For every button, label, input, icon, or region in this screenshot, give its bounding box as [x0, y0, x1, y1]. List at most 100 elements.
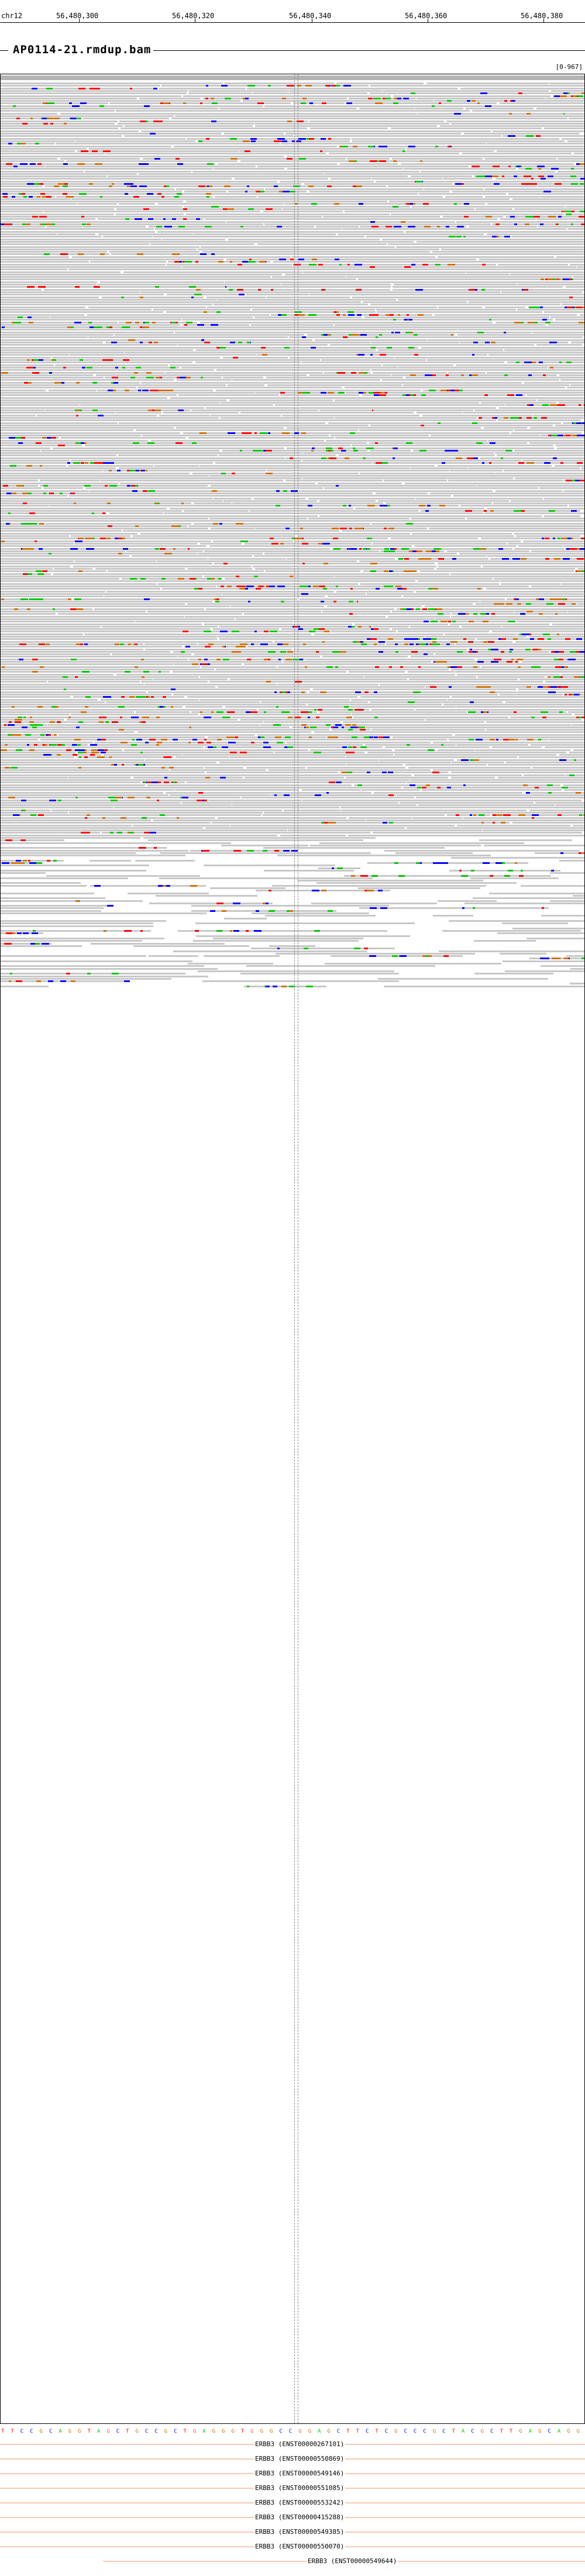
aligned-read[interactable]: [1, 729, 121, 731]
aligned-read[interactable]: [355, 507, 484, 509]
aligned-read[interactable]: [573, 749, 584, 751]
aligned-read[interactable]: [216, 369, 370, 371]
aligned-read[interactable]: [430, 492, 584, 494]
aligned-read[interactable]: [116, 412, 161, 414]
aligned-read[interactable]: [438, 306, 482, 308]
aligned-read[interactable]: [1, 925, 153, 927]
aligned-read[interactable]: [1, 605, 230, 608]
aligned-read[interactable]: [1, 462, 66, 464]
aligned-read[interactable]: [132, 555, 252, 557]
aligned-read[interactable]: [373, 409, 473, 411]
aligned-read[interactable]: [72, 256, 291, 258]
aligned-read[interactable]: [109, 512, 163, 515]
aligned-read[interactable]: [1, 563, 212, 565]
aligned-read[interactable]: [57, 233, 95, 235]
aligned-read[interactable]: [1, 112, 57, 115]
aligned-read[interactable]: [335, 323, 545, 326]
aligned-read[interactable]: [167, 294, 245, 296]
aligned-read[interactable]: [310, 844, 481, 846]
aligned-read[interactable]: [1, 482, 80, 484]
aligned-read[interactable]: [1, 595, 104, 598]
aligned-read[interactable]: [119, 203, 155, 205]
aligned-read[interactable]: [387, 391, 584, 394]
aligned-read[interactable]: [493, 130, 584, 132]
aligned-read[interactable]: [1, 203, 77, 205]
aligned-read[interactable]: [1, 369, 214, 371]
aligned-read[interactable]: [466, 819, 584, 821]
aligned-read[interactable]: [85, 487, 146, 490]
aligned-read[interactable]: [403, 595, 584, 598]
aligned-read[interactable]: [1, 424, 234, 426]
aligned-read[interactable]: [251, 323, 333, 326]
aligned-read[interactable]: [321, 359, 426, 361]
aligned-read[interactable]: [1, 251, 52, 253]
aligned-read[interactable]: [225, 155, 284, 157]
aligned-read[interactable]: [349, 671, 405, 673]
aligned-read[interactable]: [504, 470, 584, 472]
aligned-read[interactable]: [478, 676, 545, 678]
aligned-read[interactable]: [412, 205, 565, 208]
aligned-read[interactable]: [164, 512, 373, 515]
aligned-read[interactable]: [114, 807, 339, 809]
aligned-read[interactable]: [503, 960, 584, 962]
aligned-read[interactable]: [1, 389, 46, 391]
aligned-read[interactable]: [213, 938, 363, 939]
aligned-read[interactable]: [453, 495, 584, 497]
aligned-read[interactable]: [191, 726, 290, 728]
aligned-read[interactable]: [443, 215, 503, 218]
aligned-read[interactable]: [1, 746, 204, 749]
aligned-read[interactable]: [194, 653, 247, 656]
aligned-read[interactable]: [189, 621, 293, 623]
aligned-read[interactable]: [54, 567, 92, 570]
aligned-read[interactable]: [1, 384, 226, 386]
aligned-read[interactable]: [493, 502, 584, 505]
aligned-read[interactable]: [562, 137, 584, 140]
aligned-read[interactable]: [1, 344, 177, 346]
aligned-read[interactable]: [495, 452, 536, 454]
aligned-read[interactable]: [1, 341, 103, 343]
aligned-read[interactable]: [302, 147, 405, 150]
aligned-read[interactable]: [108, 570, 264, 573]
aligned-read[interactable]: [137, 387, 342, 389]
aligned-read[interactable]: [317, 291, 500, 293]
transcript-row[interactable]: ERBB3 (ENST00000550070): [0, 2541, 585, 2553]
aligned-read[interactable]: [1, 309, 152, 311]
aligned-read[interactable]: [46, 874, 200, 877]
aligned-read[interactable]: [46, 165, 256, 167]
aligned-read[interactable]: [567, 228, 584, 230]
aligned-read[interactable]: [405, 377, 584, 379]
aligned-read[interactable]: [285, 457, 479, 459]
aligned-read[interactable]: [1, 787, 160, 788]
aligned-read[interactable]: [335, 416, 433, 419]
aligned-read[interactable]: [207, 306, 437, 308]
aligned-read[interactable]: [1, 714, 70, 716]
aligned-read[interactable]: [498, 419, 581, 422]
aligned-read[interactable]: [411, 467, 467, 469]
aligned-read[interactable]: [1, 892, 94, 894]
aligned-read[interactable]: [476, 208, 512, 210]
aligned-read[interactable]: [500, 952, 546, 955]
aligned-read[interactable]: [1, 281, 97, 283]
aligned-read[interactable]: [309, 374, 391, 376]
aligned-read[interactable]: [455, 733, 584, 736]
transcript-label[interactable]: ERBB3 (ENST00000415288): [254, 2513, 346, 2521]
aligned-read[interactable]: [200, 714, 351, 716]
aligned-read[interactable]: [1, 95, 181, 97]
aligned-read[interactable]: [367, 751, 566, 753]
aligned-read[interactable]: [1, 658, 188, 660]
aligned-read[interactable]: [565, 205, 584, 208]
aligned-read[interactable]: [251, 948, 395, 950]
aligned-read[interactable]: [42, 416, 219, 419]
aligned-read[interactable]: [1, 399, 226, 401]
aligned-read[interactable]: [546, 110, 584, 112]
aligned-read[interactable]: [364, 253, 584, 256]
aligned-read[interactable]: [144, 643, 197, 645]
aligned-read[interactable]: [225, 253, 364, 256]
aligned-read[interactable]: [1, 741, 93, 743]
aligned-read[interactable]: [125, 352, 283, 354]
aligned-read[interactable]: [407, 826, 584, 829]
aligned-read[interactable]: [225, 492, 373, 494]
aligned-read[interactable]: [299, 490, 493, 492]
aligned-read[interactable]: [433, 769, 584, 771]
aligned-read[interactable]: [558, 158, 584, 160]
